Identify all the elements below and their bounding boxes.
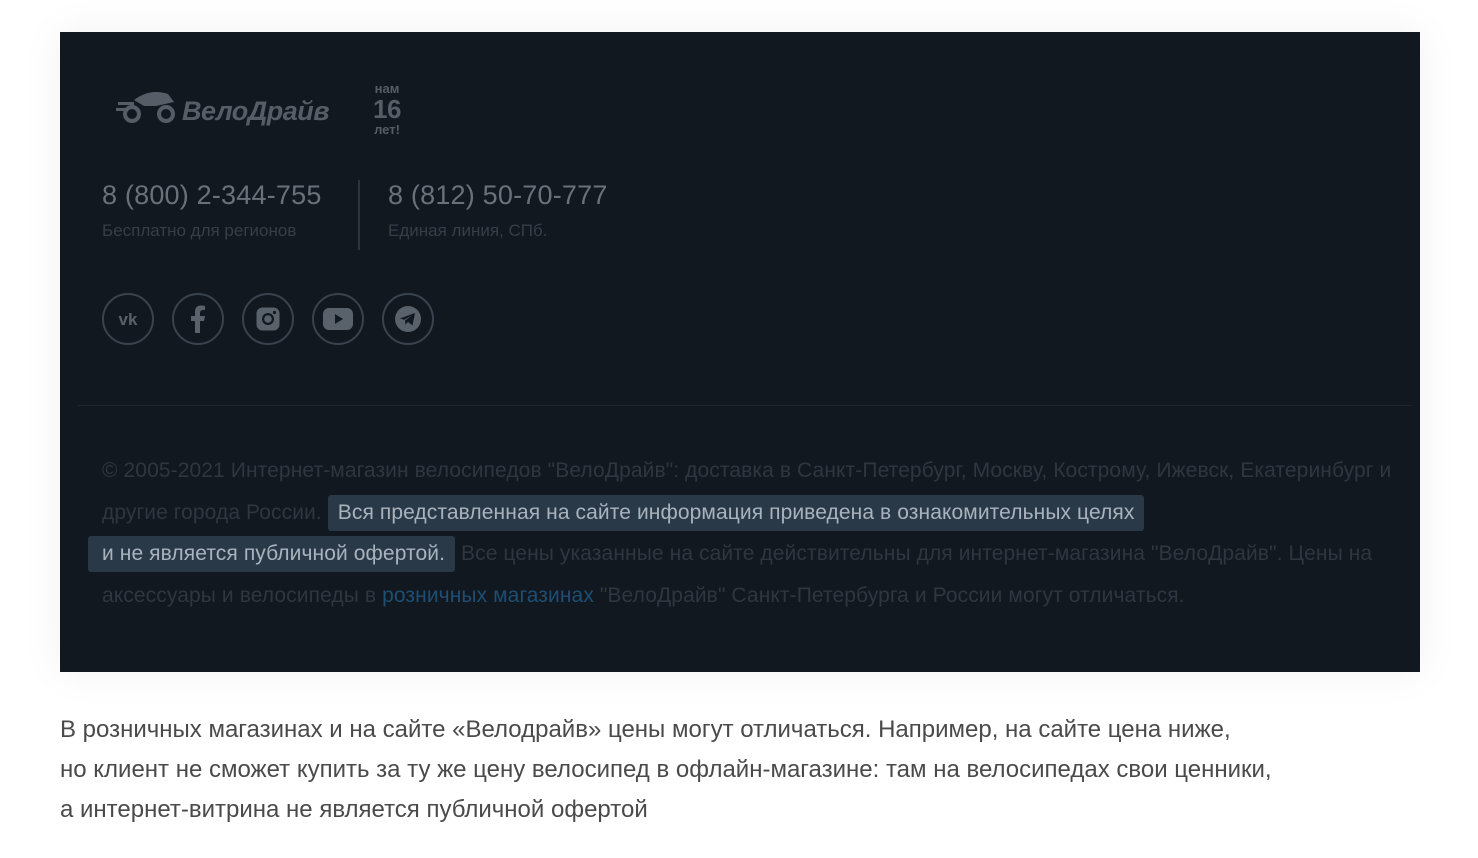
logo[interactable]: ВелоДрайв нам 16 лет! <box>116 80 416 144</box>
legal-prices-end: "ВелоДрайв" Санкт-Петербурга и России мо… <box>599 583 1185 607</box>
article-caption: В розничных магазинах и на сайте «Велодр… <box>60 710 1440 830</box>
footer-divider <box>78 405 1412 406</box>
logo-text: ВелоДрайв <box>182 96 330 126</box>
caption-line: но клиент не сможет купить за ту же цену… <box>60 756 1272 783</box>
retail-stores-link[interactable]: розничных магазинах <box>382 584 594 607</box>
legal-notice: © 2005-2021 Интернет-магазин велосипедов… <box>88 450 1402 616</box>
telegram-icon[interactable] <box>382 293 434 345</box>
caption-line: а интернет-витрина не является публичной… <box>60 796 648 823</box>
instagram-icon[interactable] <box>242 293 294 345</box>
phone-caption: Единая линия, СПб. <box>388 221 548 240</box>
phone-block-spb: 8 (812) 50-70-777 Единая линия, СПб. <box>388 180 608 241</box>
legal-highlight: и не является публичной офертой. <box>88 536 456 572</box>
phone-divider <box>358 180 360 250</box>
caption-line: В розничных магазинах и на сайте «Велодр… <box>60 716 1231 743</box>
bike-rider-icon <box>116 92 175 123</box>
youtube-icon[interactable] <box>312 293 364 345</box>
years-badge: нам 16 лет! <box>364 80 410 136</box>
site-footer-screenshot: ВелоДрайв нам 16 лет! 8 (800) 2-344-755 … <box>60 32 1420 672</box>
svg-text:vk: vk <box>119 310 138 328</box>
badge-bottom: лет! <box>374 122 400 137</box>
phone-block-regions: 8 (800) 2-344-755 Бесплатно для регионов <box>102 180 322 241</box>
phone-number[interactable]: 8 (812) 50-70-777 <box>388 180 608 211</box>
legal-highlight: Вся представленная на сайте информация п… <box>327 494 1145 531</box>
social-links: vk <box>102 293 434 345</box>
phone-caption: Бесплатно для регионов <box>102 221 297 240</box>
badge-number: 16 <box>373 94 401 124</box>
vk-icon[interactable]: vk <box>102 293 154 345</box>
page: ВелоДрайв нам 16 лет! 8 (800) 2-344-755 … <box>0 0 1478 858</box>
screenshot-frame: ВелоДрайв нам 16 лет! 8 (800) 2-344-755 … <box>60 32 1420 672</box>
phone-number[interactable]: 8 (800) 2-344-755 <box>102 180 322 211</box>
facebook-icon[interactable] <box>172 293 224 345</box>
